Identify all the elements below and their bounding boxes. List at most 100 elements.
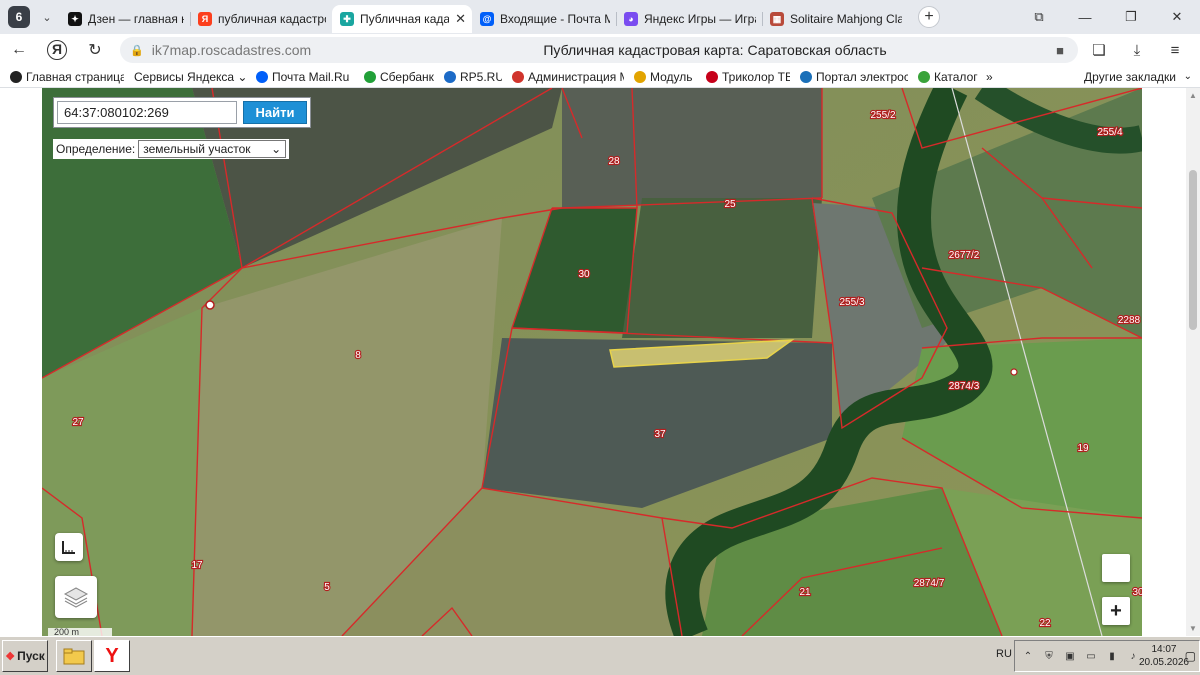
clock-date: 20.05.2026: [1138, 657, 1189, 668]
bookmark-favicon-icon: [444, 70, 456, 83]
scroll-down-icon[interactable]: ▼: [1189, 624, 1197, 633]
tab-manager-icon[interactable]: ⧉: [1016, 9, 1062, 25]
field-top-center: [562, 88, 822, 208]
new-tab-button[interactable]: +: [918, 6, 940, 28]
notification-icon[interactable]: ▢: [1185, 649, 1196, 663]
tab-title: публичная кадастровая: [218, 12, 326, 26]
cadastral-number-input[interactable]: [57, 101, 237, 124]
page-title: Публичная кадастровая карта: Саратовская…: [543, 42, 887, 58]
lock-icon[interactable]: 🔒: [130, 44, 144, 57]
address-bar: ← Я ↻ 🔒 ik7map.roscadastres.com Публична…: [0, 34, 1200, 66]
bookmark-favicon-icon: [512, 70, 524, 83]
browser-tab[interactable]: ✦ Дзен — главная новостей: [60, 5, 190, 33]
definition-label: Определение:: [56, 142, 136, 156]
bookmark-item[interactable]: Главная страница: [10, 70, 124, 84]
dzen-icon: ✦: [68, 12, 82, 26]
other-bookmarks-button[interactable]: Другие закладки: [1084, 70, 1176, 84]
parcel-label-8: 8: [355, 350, 361, 361]
parcel-label-22: 22: [1039, 618, 1051, 629]
bookmark-label: Каталог: [934, 69, 978, 84]
bookmark-label: Почта Mail.Ru: [272, 69, 350, 84]
parcel-label-19: 19: [1077, 443, 1089, 454]
tab-title: Яндекс Игры — Играть: [644, 12, 756, 26]
page-scrollbar[interactable]: ▲ ▼: [1186, 88, 1200, 636]
signal-icon[interactable]: ▮: [1104, 649, 1120, 663]
games-icon: ◕: [624, 12, 638, 26]
clock[interactable]: 14:07 20.05.2026: [1139, 643, 1189, 669]
measure-tool-button[interactable]: [55, 533, 83, 561]
menu-icon[interactable]: ≡: [1156, 42, 1194, 59]
tab-title: Входящие - Почта Mail.ru: [500, 12, 610, 26]
layers-icon: [63, 587, 89, 608]
parcel-label-2874-7: 2874/7: [914, 578, 945, 589]
close-tab-icon[interactable]: ✕: [455, 11, 466, 27]
mahjong-icon: ▦: [770, 12, 784, 26]
tab-counter-badge[interactable]: 6: [8, 6, 30, 28]
close-window-icon[interactable]: ✕: [1154, 9, 1200, 25]
bookmark-item[interactable]: RP5.RU: [444, 70, 502, 84]
bookmark-item[interactable]: Модуль: [634, 70, 696, 84]
bookmark-item[interactable]: Портал электрос: [800, 70, 908, 84]
bookmark-label: Триколор ТВ: [722, 69, 790, 84]
parcel-label-255-4: 255/4: [1097, 127, 1122, 138]
bookmark-icon[interactable]: ■: [1056, 43, 1064, 58]
fullscreen-button[interactable]: [1102, 554, 1130, 582]
bookmark-favicon-icon: [364, 70, 376, 83]
chevron-down-icon: ⌄: [271, 142, 282, 156]
bookmark-item[interactable]: Каталог: [918, 70, 978, 84]
browser-tab[interactable]: Япубличная кадастровая: [190, 5, 332, 33]
definition-select[interactable]: земельный участок ⌄: [138, 140, 287, 158]
page-margin-left: [0, 88, 42, 636]
browser-tab[interactable]: ✚ Публичная кадастровая ✕: [332, 5, 472, 33]
bookmarks-bar: Главная страница Сервисы Яндекса ⌄ Почта M…: [0, 66, 1200, 88]
restore-icon[interactable]: ❐: [1108, 9, 1154, 25]
collections-icon[interactable]: ❏: [1080, 41, 1118, 59]
scroll-thumb[interactable]: [1189, 170, 1197, 330]
start-button[interactable]: ❖ Пуск: [2, 640, 48, 672]
bookmark-item[interactable]: Триколор ТВ: [706, 70, 790, 84]
security-icon[interactable]: ⛨: [1041, 649, 1057, 663]
scroll-up-icon[interactable]: ▲: [1189, 91, 1197, 100]
bookmark-item[interactable]: Сервисы Яндекса ⌄: [134, 70, 246, 84]
input-language[interactable]: RU: [996, 648, 1012, 660]
yandex-icon: Я: [198, 12, 212, 26]
parcel-label-255-2: 255/2: [870, 110, 895, 121]
download-icon[interactable]: ⤓: [1118, 42, 1156, 59]
map-canvas[interactable]: 255/2 255/4 28 25 2677/2 30 255/3 2288 8…: [42, 88, 1142, 636]
chevron-up-icon[interactable]: ⌃: [1020, 649, 1036, 663]
minimize-icon[interactable]: —: [1062, 10, 1108, 25]
find-button[interactable]: Найти: [243, 101, 307, 124]
back-arrow-icon[interactable]: ←: [0, 41, 38, 59]
browser-tab[interactable]: ▦ Solitaire Mahjong Classic: [762, 5, 908, 33]
omnibox[interactable]: 🔒 ik7map.roscadastres.com Публичная када…: [120, 37, 1078, 63]
bookmark-label: Модуль: [650, 69, 693, 84]
bookmark-item[interactable]: Сбербанк: [364, 70, 434, 84]
map-point-marker[interactable]: [1010, 368, 1018, 376]
battery-icon[interactable]: ▭: [1083, 649, 1099, 663]
chevron-down-icon[interactable]: ⌄: [1184, 71, 1192, 82]
reload-icon[interactable]: ↻: [76, 40, 114, 60]
browser-tab[interactable]: ◕ Яндекс Игры — Играть: [616, 5, 762, 33]
zoom-in-button[interactable]: +: [1102, 597, 1130, 625]
yandex-browser-taskbar-button[interactable]: Y: [94, 640, 130, 672]
explorer-taskbar-button[interactable]: [56, 640, 92, 672]
bookmark-item[interactable]: Почта Mail.Ru: [256, 70, 354, 84]
browser-tab[interactable]: @ Входящие - Почта Mail.ru: [472, 5, 616, 33]
ruler-icon: [62, 541, 75, 554]
layers-button[interactable]: [55, 576, 97, 618]
bookmark-item[interactable]: Администрация М: [512, 70, 624, 84]
url-text[interactable]: ik7map.roscadastres.com: [152, 42, 312, 58]
parcel-label-2288: 2288: [1118, 315, 1141, 326]
tab-title: Solitaire Mahjong Classic: [790, 12, 902, 26]
device-icon[interactable]: ▣: [1062, 649, 1078, 663]
parcel-label-30: 30: [578, 269, 590, 280]
yandex-logo-icon[interactable]: Я: [47, 40, 67, 60]
chevron-down-icon[interactable]: ⌄: [34, 11, 60, 24]
bookmark-label: RP5.RU: [460, 69, 502, 84]
mail-icon: @: [480, 12, 494, 26]
bookmark-label: Главная страница: [26, 69, 124, 84]
definition-panel: Определение: земельный участок ⌄: [53, 139, 290, 159]
cadastral-map[interactable]: 255/2 255/4 28 25 2677/2 30 255/3 2288 8…: [42, 88, 1142, 636]
bookmarks-overflow-button[interactable]: »: [986, 70, 993, 84]
map-point-marker[interactable]: [205, 300, 215, 310]
